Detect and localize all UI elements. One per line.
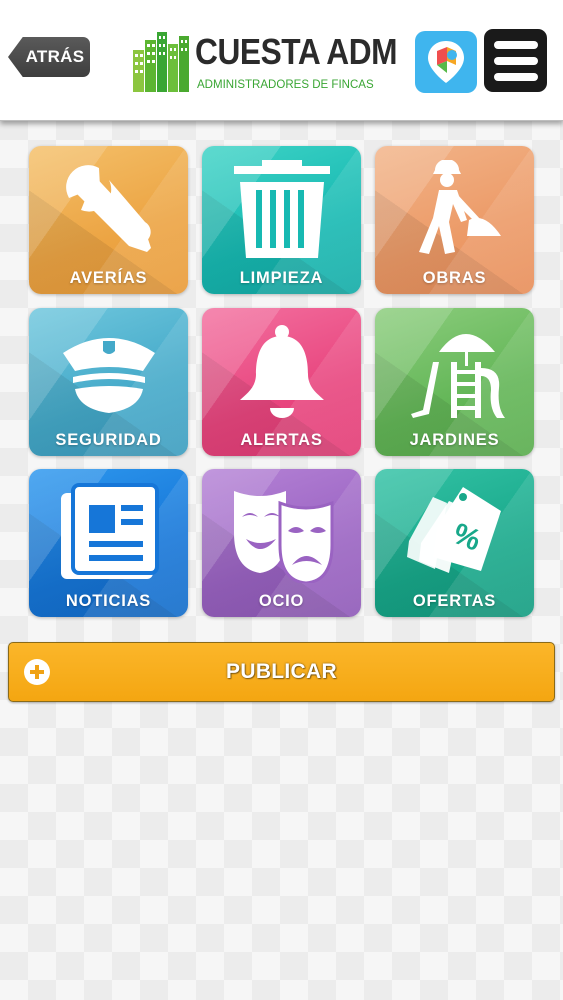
theater-masks-icon xyxy=(202,477,361,589)
back-button-label: ATRÁS xyxy=(25,47,85,66)
menu-bar xyxy=(493,40,538,49)
logo-title: CUESTA ADM xyxy=(195,31,398,72)
tile-ocio[interactable]: OCIO xyxy=(202,469,361,617)
police-cap-icon xyxy=(29,316,188,428)
newspaper-icon xyxy=(29,477,188,589)
tile-ofertas[interactable]: % OFERTAS xyxy=(375,469,534,617)
publish-button[interactable]: PUBLICAR xyxy=(8,642,555,702)
tile-label: AVERÍAS xyxy=(69,269,148,287)
hamburger-menu-button[interactable] xyxy=(484,29,547,92)
menu-bar xyxy=(493,72,538,81)
map-button[interactable] xyxy=(415,31,477,93)
back-button[interactable]: ATRÁS xyxy=(8,37,90,77)
tile-label: OBRAS xyxy=(422,269,487,287)
tile-noticias[interactable]: NOTICIAS xyxy=(29,469,188,617)
logo: CUESTA ADM ADMINISTRADORES DE FINCAS xyxy=(131,30,401,94)
tile-jardines[interactable]: JARDINES xyxy=(375,308,534,456)
tile-obras[interactable]: OBRAS xyxy=(375,146,534,294)
tile-label: LIMPIEZA xyxy=(239,269,324,287)
playground-icon xyxy=(375,316,534,428)
tools-icon xyxy=(29,154,188,266)
tile-averias[interactable]: AVERÍAS xyxy=(29,146,188,294)
bell-icon xyxy=(202,316,361,428)
buildings-logo-icon xyxy=(133,32,189,92)
app-header: ATRÁS CUESTA ADM ADMINISTRADORES DE FINC… xyxy=(0,0,563,121)
construction-worker-icon xyxy=(375,154,534,266)
trash-can-icon xyxy=(202,154,361,266)
menu-bar xyxy=(493,56,538,65)
publish-button-label: PUBLICAR xyxy=(226,660,337,683)
tile-limpieza[interactable]: LIMPIEZA xyxy=(202,146,361,294)
price-tag-icon: % xyxy=(375,477,534,589)
tile-label: ALERTAS xyxy=(240,431,323,449)
tile-alertas[interactable]: ALERTAS xyxy=(202,308,361,456)
tile-label: OFERTAS xyxy=(412,592,497,610)
tile-label: OCIO xyxy=(258,592,305,610)
tile-seguridad[interactable]: SEGURIDAD xyxy=(29,308,188,456)
tile-label: SEGURIDAD xyxy=(55,431,162,449)
tile-label: NOTICIAS xyxy=(65,592,152,610)
logo-subtitle: ADMINISTRADORES DE FINCAS xyxy=(197,77,374,91)
map-pin-icon xyxy=(428,41,464,83)
tile-label: JARDINES xyxy=(409,431,500,449)
